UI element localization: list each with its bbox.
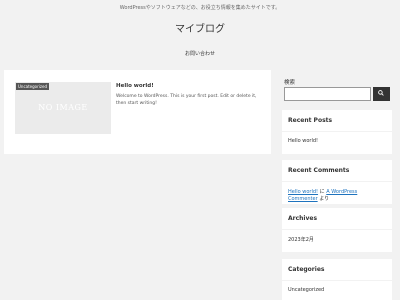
comment-post-link[interactable]: Hello world! (288, 189, 318, 195)
category-badge: Uncategorized (16, 83, 49, 90)
widget-title: Recent Posts (282, 110, 392, 132)
post-excerpt: Welcome to WordPress. This is your first… (116, 94, 257, 106)
category-link[interactable]: Uncategorized (288, 287, 324, 293)
comment-connector: に (319, 189, 325, 195)
archive-link[interactable]: 2023年2月 (288, 237, 314, 243)
search-input[interactable] (284, 87, 371, 101)
archives-widget: Archives 2023年2月 (282, 208, 392, 252)
site-title[interactable]: マイブログ (0, 20, 400, 35)
search-button[interactable] (373, 87, 390, 101)
recent-post-link[interactable]: Hello world! (288, 138, 318, 144)
site-header: WordPressやソフトウェアなどの、お役立ち情報を集めたサイトです。 マイブ… (0, 0, 400, 63)
search-label: 検索 (284, 80, 296, 86)
search-icon (378, 90, 384, 96)
recent-comment: Hello world! に A WordPress Commenter より (282, 182, 392, 208)
post-card: NO IMAGE Uncategorized Hello world! Welc… (4, 70, 271, 154)
widget-title: Categories (282, 259, 392, 281)
post-title[interactable]: Hello world! (116, 83, 154, 89)
categories-widget: Categories Uncategorized (282, 259, 392, 300)
recent-posts-widget: Recent Posts Hello world! (282, 110, 392, 154)
comment-suffix: より (319, 196, 330, 202)
widget-title: Recent Comments (282, 160, 392, 182)
widget-title: Archives (282, 208, 392, 230)
site-tagline: WordPressやソフトウェアなどの、お役立ち情報を集めたサイトです。 (119, 5, 281, 11)
post-thumbnail[interactable]: NO IMAGE Uncategorized (15, 82, 111, 134)
recent-comments-widget: Recent Comments Hello world! に A WordPre… (282, 160, 392, 204)
nav-contact-link[interactable]: お問い合わせ (0, 50, 400, 57)
